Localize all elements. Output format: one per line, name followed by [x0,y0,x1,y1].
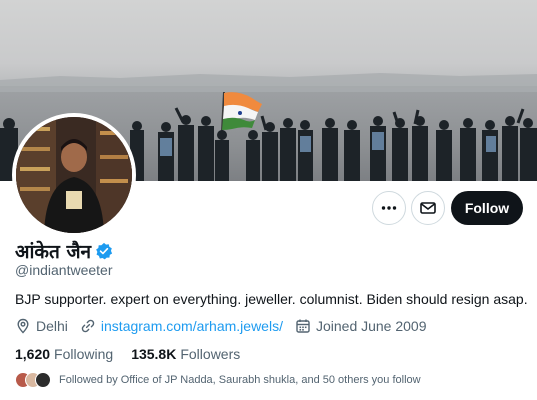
location-pin-icon [17,318,29,334]
following-label: Following [54,346,114,362]
website[interactable]: instagram.com/arham.jewels/ [80,318,283,334]
location: Delhi [15,318,68,334]
profile-stats: 1,620 Following 135.8K Followers [15,346,258,362]
joined-date: Joined June 2009 [295,318,427,334]
mini-avatar [35,372,51,388]
followers-count: 135.8K [131,346,177,362]
followed-by-text: Followed by Office of JP Nadda, Saurabh … [59,374,421,386]
profile-bio: BJP supporter. expert on everything. jew… [15,291,528,307]
joined-text: Joined June 2009 [315,318,427,334]
followers-stat[interactable]: 135.8K Followers [131,346,240,362]
user-handle: @indiantweeter [15,262,113,278]
verified-badge-icon[interactable] [95,242,113,260]
message-button[interactable] [411,191,445,225]
display-name: आंकेत जैन [15,241,92,263]
name-row: आंकेत जैन [15,238,113,264]
following-stat[interactable]: 1,620 Following [15,346,113,362]
flag-icon [222,92,262,130]
calendar-icon [296,319,310,333]
more-button[interactable] [372,191,406,225]
profile-avatar[interactable] [12,113,136,237]
avatar-photo [16,117,132,233]
followers-label: Followers [180,346,241,362]
location-text: Delhi [36,318,68,334]
more-icon [381,206,397,210]
follow-button[interactable]: Follow [451,191,523,225]
following-count: 1,620 [15,346,51,362]
followed-by-row[interactable]: Followed by Office of JP Nadda, Saurabh … [15,372,421,388]
link-icon [81,319,95,333]
mail-icon [420,202,436,214]
website-link[interactable]: instagram.com/arham.jewels/ [101,318,283,334]
profile-meta: Delhi instagram.com/arham.jewels/ Joined… [15,318,439,334]
followed-by-avatars [15,372,53,388]
